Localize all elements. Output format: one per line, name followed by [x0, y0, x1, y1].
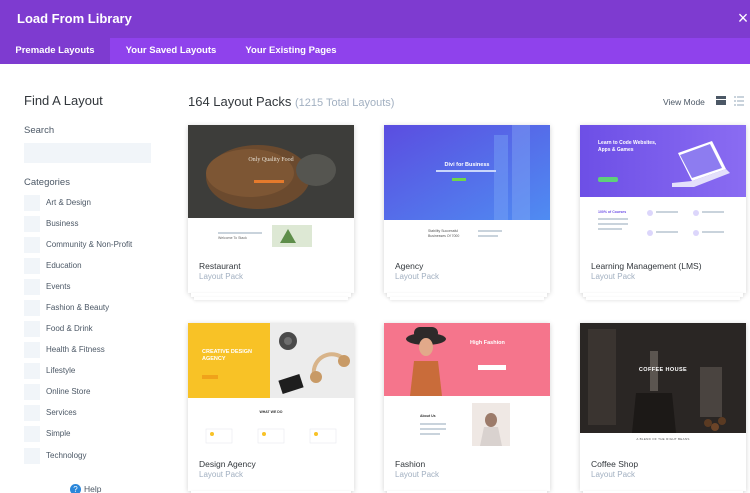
help-icon: ? [70, 484, 81, 493]
category-label: Services [46, 408, 77, 417]
category-community[interactable]: Community & Non-Profit [24, 237, 164, 253]
help-label: Help [84, 484, 102, 493]
layout-name: Design Agency [199, 459, 256, 469]
modal-title: Load From Library [17, 11, 132, 26]
preview-footer-text: Stability Successful Businesses Of 7000 [428, 229, 460, 238]
category-label: Events [46, 282, 71, 291]
category-label: Simple [46, 429, 71, 438]
checkbox[interactable] [24, 384, 40, 400]
preview-footer-text: About Us [420, 414, 436, 418]
category-label: Lifestyle [46, 366, 76, 375]
tab-premade-layouts[interactable]: Premade Layouts [0, 38, 110, 64]
search-label: Search [24, 125, 55, 136]
category-services[interactable]: Services [24, 405, 164, 421]
layout-name: Agency [395, 261, 424, 271]
preview-footer-text: WHAT WE DO [259, 410, 283, 414]
category-lifestyle[interactable]: Lifestyle [24, 363, 164, 379]
layout-type: Layout Pack [395, 470, 440, 479]
checkbox[interactable] [24, 426, 40, 442]
layout-name: Learning Management (LMS) [591, 261, 702, 271]
preview-hero-text: Only Quality Food [248, 157, 294, 163]
layout-thumbnail: Learn to Code Websites, Apps & Games 100… [580, 125, 746, 248]
view-mode-label: View Mode [663, 97, 705, 107]
modal-titlebar: Load From Library × [0, 0, 750, 38]
layout-card-design-agency[interactable]: CREATIVE DESIGN AGENCY WHAT WE DO Design… [188, 323, 354, 493]
list-view-icon[interactable] [734, 96, 744, 106]
preview-hero-text: CREATIVE DESIGN AGENCY [202, 349, 253, 362]
checkbox[interactable] [24, 342, 40, 358]
category-health-fitness[interactable]: Health & Fitness [24, 342, 164, 358]
tab-existing-pages[interactable]: Your Existing Pages [236, 38, 346, 64]
category-technology[interactable]: Technology [24, 448, 164, 464]
layout-name: Restaurant [199, 261, 241, 271]
sidebar-title: Find A Layout [24, 93, 103, 108]
close-icon[interactable]: × [733, 8, 750, 28]
checkbox[interactable] [24, 258, 40, 274]
checkbox[interactable] [24, 216, 40, 232]
layout-type: Layout Pack [395, 272, 440, 281]
layout-thumbnail: Only Quality Food Welcome To Stack [188, 125, 354, 248]
preview-hero-text: High Fashion [470, 340, 505, 346]
category-label: Food & Drink [46, 324, 93, 333]
layout-type: Layout Pack [591, 470, 636, 479]
category-events[interactable]: Events [24, 279, 164, 295]
checkbox[interactable] [24, 405, 40, 421]
layout-thumbnail: Divi for Business Stability Successful B… [384, 125, 550, 248]
checkbox[interactable] [24, 363, 40, 379]
checkbox[interactable] [24, 300, 40, 316]
checkbox[interactable] [24, 279, 40, 295]
category-business[interactable]: Business [24, 216, 164, 232]
category-label: Education [46, 261, 82, 270]
layout-card-fashion[interactable]: High Fashion About Us Fashion Layout Pac… [384, 323, 550, 493]
category-education[interactable]: Education [24, 258, 164, 274]
help-link[interactable]: ? Help [70, 484, 101, 493]
layout-thumbnail: CREATIVE DESIGN AGENCY WHAT WE DO [188, 323, 354, 446]
checkbox[interactable] [24, 448, 40, 464]
category-fashion-beauty[interactable]: Fashion & Beauty [24, 300, 164, 316]
tab-bar: Premade Layouts Your Saved Layouts Your … [0, 38, 750, 64]
layout-card-coffee-shop[interactable]: COFFEE HOUSE A BLEND OF THE RIGHT BEANS … [580, 323, 746, 493]
preview-footer-text: A BLEND OF THE RIGHT BEANS [636, 437, 690, 441]
category-food-drink[interactable]: Food & Drink [24, 321, 164, 337]
layout-thumbnail: High Fashion About Us [384, 323, 550, 446]
category-label: Fashion & Beauty [46, 303, 110, 312]
category-label: Technology [46, 451, 87, 460]
category-label: Online Store [46, 387, 91, 396]
categories-label: Categories [24, 177, 70, 188]
layout-card-lms[interactable]: Learn to Code Websites, Apps & Games 100… [580, 125, 746, 300]
checkbox[interactable] [24, 321, 40, 337]
preview-footer-text: 100% of Courses [598, 210, 627, 214]
checkbox[interactable] [24, 237, 40, 253]
layout-type: Layout Pack [199, 272, 244, 281]
layout-name: Fashion [395, 459, 426, 469]
page-title: 164 Layout Packs (1215 Total Layouts) [188, 94, 394, 109]
layout-card-agency[interactable]: Divi for Business Stability Successful B… [384, 125, 550, 300]
preview-hero-text: COFFEE HOUSE [638, 367, 688, 373]
tab-saved-layouts[interactable]: Your Saved Layouts [116, 38, 226, 64]
category-label: Art & Design [46, 198, 91, 207]
grid-view-icon[interactable] [716, 96, 726, 105]
category-online-store[interactable]: Online Store [24, 384, 164, 400]
total-layouts-count: (1215 Total Layouts) [294, 97, 395, 109]
category-simple[interactable]: Simple [24, 426, 164, 442]
category-label: Community & Non-Profit [46, 240, 133, 249]
category-art-design[interactable]: Art & Design [24, 195, 164, 211]
layout-type: Layout Pack [591, 272, 636, 281]
checkbox[interactable] [24, 195, 40, 211]
preview-hero-text: Divi for Business [444, 162, 490, 168]
category-label: Health & Fitness [46, 345, 105, 354]
preview-hero-text: Learn to Code Websites, Apps & Games [598, 140, 657, 153]
search-input[interactable] [24, 143, 151, 163]
layout-pack-count: 164 Layout Packs [188, 94, 292, 109]
category-label: Business [46, 219, 79, 228]
preview-footer-text: Welcome To Stack [218, 236, 247, 240]
layout-type: Layout Pack [199, 470, 244, 479]
layout-name: Coffee Shop [591, 459, 639, 469]
layout-card-restaurant[interactable]: Only Quality Food Welcome To Stack Resta… [188, 125, 354, 300]
layout-thumbnail: COFFEE HOUSE A BLEND OF THE RIGHT BEANS [580, 323, 746, 446]
